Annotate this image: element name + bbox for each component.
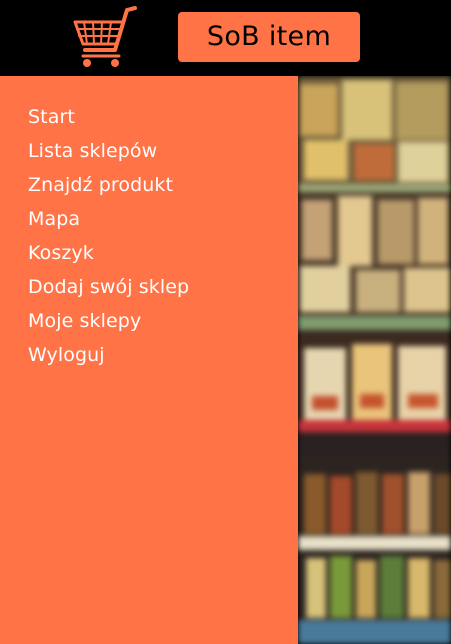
menu-item-find-product[interactable]: Znajdź produkt [28,168,189,202]
sidebar-menu: Start Lista sklepów Znajdź produkt Mapa … [0,76,298,644]
menu-item-map[interactable]: Mapa [28,202,189,236]
menu-item-cart[interactable]: Koszyk [28,236,189,270]
shopping-cart-icon[interactable] [71,4,139,70]
menu-item-start[interactable]: Start [28,100,189,134]
store-shelves-image [298,76,451,644]
menu-item-add-store[interactable]: Dodaj swój sklep [28,270,189,304]
menu-item-store-list[interactable]: Lista sklepów [28,134,189,168]
top-bar: SoB item [0,0,451,76]
menu-list: Start Lista sklepów Znajdź produkt Mapa … [28,100,189,372]
background-photo [298,76,451,644]
menu-item-my-stores[interactable]: Moje sklepy [28,304,189,338]
app-title-button[interactable]: SoB item [178,12,360,62]
menu-item-logout[interactable]: Wyloguj [28,338,189,372]
app-window: SoB item Start Lista sklepów Znajdź prod… [0,0,451,644]
